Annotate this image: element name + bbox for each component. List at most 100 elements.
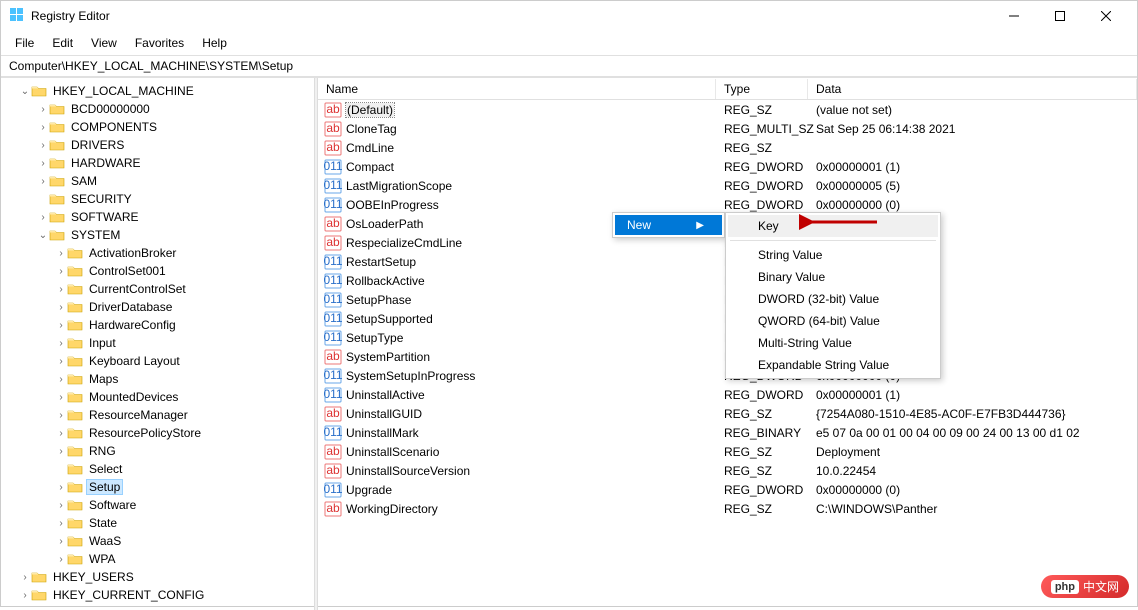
svg-text:011: 011 [324,482,342,496]
context-item-new[interactable]: New ▶ [615,215,722,235]
tree-item[interactable]: ›SECURITY [1,190,314,208]
folder-icon [31,84,47,98]
tree-view[interactable]: ⌄HKEY_LOCAL_MACHINE›BCD00000000›COMPONEN… [1,78,314,610]
tree-item[interactable]: ›CurrentControlSet [1,280,314,298]
chevron-right-icon[interactable]: › [55,302,67,313]
col-header-data[interactable]: Data [808,79,1137,99]
chevron-right-icon[interactable]: › [55,266,67,277]
tree-item[interactable]: ⌄HKEY_LOCAL_MACHINE [1,82,314,100]
maximize-button[interactable] [1037,1,1083,31]
list-row[interactable]: abCmdLineREG_SZ [318,138,1137,157]
tree-item[interactable]: ›WaaS [1,532,314,550]
folder-icon [67,372,83,386]
list-row[interactable]: 011CompactREG_DWORD0x00000001 (1) [318,157,1137,176]
list-row[interactable]: 011UpgradeREG_DWORD0x00000000 (0) [318,480,1137,499]
tree-item[interactable]: ›COMPONENTS [1,118,314,136]
folder-icon [67,516,83,530]
menu-view[interactable]: View [83,33,125,53]
address-bar[interactable]: Computer\HKEY_LOCAL_MACHINE\SYSTEM\Setup [1,55,1137,77]
list-row[interactable]: 011UninstallMarkREG_BINARYe5 07 0a 00 01… [318,423,1137,442]
chevron-right-icon[interactable]: › [55,338,67,349]
chevron-right-icon[interactable]: › [37,140,49,151]
chevron-right-icon[interactable]: › [19,590,31,601]
value-name: LastMigrationScope [346,179,452,193]
chevron-down-icon[interactable]: ⌄ [37,230,49,241]
menu-edit[interactable]: Edit [44,33,81,53]
chevron-right-icon[interactable]: › [37,104,49,115]
tree-item[interactable]: ›RNG [1,442,314,460]
tree-item[interactable]: ›Select [1,460,314,478]
chevron-down-icon[interactable]: ⌄ [19,86,31,97]
list-row[interactable]: 011LastMigrationScopeREG_DWORD0x00000005… [318,176,1137,195]
chevron-right-icon[interactable]: › [55,284,67,295]
tree-item[interactable]: ›SAM [1,172,314,190]
menu-favorites[interactable]: Favorites [127,33,192,53]
chevron-right-icon[interactable]: › [55,374,67,385]
tree-item[interactable]: ›SOFTWARE [1,208,314,226]
tree-item[interactable]: ›HKEY_CURRENT_CONFIG [1,586,314,604]
context-item[interactable]: Binary Value [728,266,938,288]
chevron-right-icon[interactable]: › [19,572,31,583]
list-row[interactable]: ab(Default)REG_SZ(value not set) [318,100,1137,119]
chevron-right-icon[interactable]: › [55,428,67,439]
list-row[interactable]: abUninstallScenarioREG_SZDeployment [318,442,1137,461]
tree-item[interactable]: ›DRIVERS [1,136,314,154]
tree-item[interactable]: ›Setup [1,478,314,496]
tree-item[interactable]: ›Maps [1,370,314,388]
context-item[interactable]: DWORD (32-bit) Value [728,288,938,310]
context-item[interactable]: Expandable String Value [728,354,938,376]
chevron-right-icon[interactable]: › [55,554,67,565]
tree-item[interactable]: ›ResourcePolicyStore [1,424,314,442]
chevron-right-icon[interactable]: › [37,122,49,133]
tree-item[interactable]: ›MountedDevices [1,388,314,406]
context-item[interactable]: Key [728,215,938,237]
chevron-right-icon[interactable]: › [55,392,67,403]
tree-item[interactable]: ⌄SYSTEM [1,226,314,244]
chevron-right-icon[interactable]: › [55,518,67,529]
context-item[interactable]: String Value [728,244,938,266]
list-row[interactable]: abCloneTagREG_MULTI_SZSat Sep 25 06:14:3… [318,119,1137,138]
tree-item[interactable]: ›State [1,514,314,532]
chevron-right-icon[interactable]: › [55,446,67,457]
tree-item[interactable]: ›DriverDatabase [1,298,314,316]
chevron-right-icon[interactable]: › [55,410,67,421]
menu-file[interactable]: File [7,33,42,53]
tree-item[interactable]: ›BCD00000000 [1,100,314,118]
tree-item[interactable]: ›Input [1,334,314,352]
context-item[interactable]: QWORD (64-bit) Value [728,310,938,332]
submenu-arrow-icon: ▶ [696,220,704,231]
tree-item[interactable]: ›HARDWARE [1,154,314,172]
chevron-right-icon[interactable]: › [55,536,67,547]
close-button[interactable] [1083,1,1129,31]
minimize-button[interactable] [991,1,1037,31]
chevron-right-icon[interactable]: › [55,356,67,367]
col-header-type[interactable]: Type [716,79,808,99]
string-value-icon: ab [324,348,342,366]
value-data: 0x00000001 (1) [808,160,1137,174]
chevron-right-icon[interactable]: › [55,482,67,493]
tree-item-label: HardwareConfig [87,318,178,332]
context-item[interactable]: Multi-String Value [728,332,938,354]
tree-item[interactable]: ›ControlSet001 [1,262,314,280]
menu-help[interactable]: Help [194,33,235,53]
list-row[interactable]: abUninstallGUIDREG_SZ{7254A080-1510-4E85… [318,404,1137,423]
list-row[interactable]: abWorkingDirectoryREG_SZC:\WINDOWS\Panth… [318,499,1137,518]
chevron-right-icon[interactable]: › [55,500,67,511]
tree-item[interactable]: ›ActivationBroker [1,244,314,262]
tree-item[interactable]: ›Keyboard Layout [1,352,314,370]
tree-item[interactable]: › HardwareConfig [1,316,314,334]
tree-item[interactable]: ›Software [1,496,314,514]
chevron-right-icon[interactable]: › [37,212,49,223]
context-menu-new: Key String ValueBinary ValueDWORD (32-bit… [725,212,941,379]
list-row[interactable]: abUninstallSourceVersionREG_SZ10.0.22454 [318,461,1137,480]
chevron-right-icon[interactable]: › [37,158,49,169]
col-header-name[interactable]: Name [318,79,716,99]
list-row[interactable]: 011UninstallActiveREG_DWORD0x00000001 (1… [318,385,1137,404]
chevron-right-icon[interactable]: › [55,320,67,331]
tree-item[interactable]: ›HKEY_USERS [1,568,314,586]
chevron-right-icon[interactable]: › [37,176,49,187]
watermark: php 中文网 [1041,575,1129,598]
chevron-right-icon[interactable]: › [55,248,67,259]
tree-item[interactable]: ›WPA [1,550,314,568]
tree-item[interactable]: ›ResourceManager [1,406,314,424]
